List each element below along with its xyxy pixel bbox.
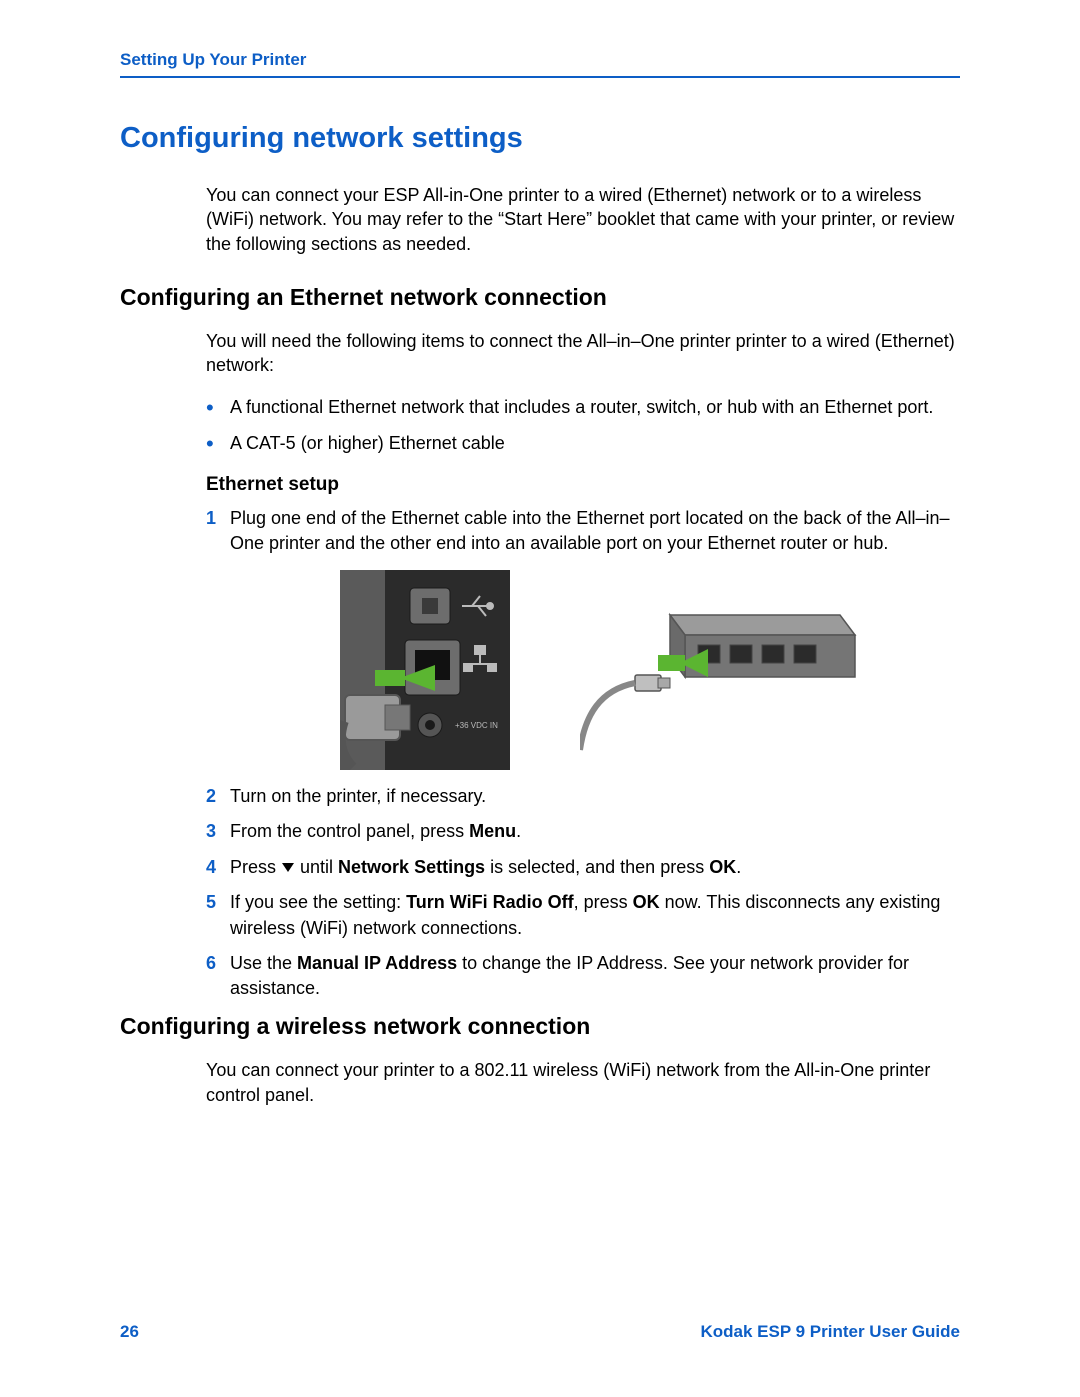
page-number: 26 xyxy=(120,1322,139,1342)
page-footer: 26 Kodak ESP 9 Printer User Guide xyxy=(120,1322,960,1342)
printer-port-illustration: +36 VDC IN xyxy=(340,570,510,770)
step-text: If you see the setting: xyxy=(230,892,406,912)
ethernet-steps-list: Plug one end of the Ethernet cable into … xyxy=(206,506,960,1001)
step-text: Turn on the printer, if necessary. xyxy=(230,786,486,806)
step-text: until xyxy=(295,857,338,877)
step-text: Use the xyxy=(230,953,297,973)
step-item: Use the Manual IP Address to change the … xyxy=(206,951,960,1001)
ethernet-requirements-list: A functional Ethernet network that inclu… xyxy=(206,395,960,455)
step-item: From the control panel, press Menu. xyxy=(206,819,960,844)
step-text: From the control panel, press xyxy=(230,821,469,841)
heading-ethernet-setup: Ethernet setup xyxy=(206,474,960,496)
list-item: A CAT-5 (or higher) Ethernet cable xyxy=(206,431,960,456)
ethernet-intro-paragraph: You will need the following items to con… xyxy=(206,329,960,378)
document-page: Setting Up Your Printer Configuring netw… xyxy=(0,0,1080,1397)
figure-row: +36 VDC IN xyxy=(340,570,960,770)
step-text: Press xyxy=(230,857,281,877)
page-title: Configuring network settings xyxy=(120,122,960,155)
step-item: If you see the setting: Turn WiFi Radio … xyxy=(206,890,960,940)
down-arrow-icon xyxy=(281,855,295,880)
wireless-intro-paragraph: You can connect your printer to a 802.11… xyxy=(206,1058,960,1107)
heading-ethernet: Configuring an Ethernet network connecti… xyxy=(120,284,960,311)
step-text: , press xyxy=(574,892,633,912)
list-item: A functional Ethernet network that inclu… xyxy=(206,395,960,420)
document-title: Kodak ESP 9 Printer User Guide xyxy=(701,1322,961,1342)
bold-text: OK xyxy=(709,857,736,877)
step-text: Plug one end of the Ethernet cable into … xyxy=(230,508,950,553)
bold-text: Turn WiFi Radio Off xyxy=(406,892,573,912)
bold-text: OK xyxy=(633,892,660,912)
header-section-title: Setting Up Your Printer xyxy=(120,50,960,78)
step-text: . xyxy=(736,857,741,877)
bold-text: Network Settings xyxy=(338,857,485,877)
svg-text:+36 VDC IN: +36 VDC IN xyxy=(455,721,498,730)
intro-paragraph: You can connect your ESP All-in-One prin… xyxy=(206,183,960,256)
step-item: Turn on the printer, if necessary. xyxy=(206,784,960,809)
router-illustration xyxy=(580,585,860,755)
bold-text: Menu xyxy=(469,821,516,841)
step-text: . xyxy=(516,821,521,841)
step-text: is selected, and then press xyxy=(485,857,709,877)
heading-wireless: Configuring a wireless network connectio… xyxy=(120,1013,960,1040)
step-item: Plug one end of the Ethernet cable into … xyxy=(206,506,960,770)
step-item: Press until Network Settings is selected… xyxy=(206,855,960,881)
bold-text: Manual IP Address xyxy=(297,953,457,973)
